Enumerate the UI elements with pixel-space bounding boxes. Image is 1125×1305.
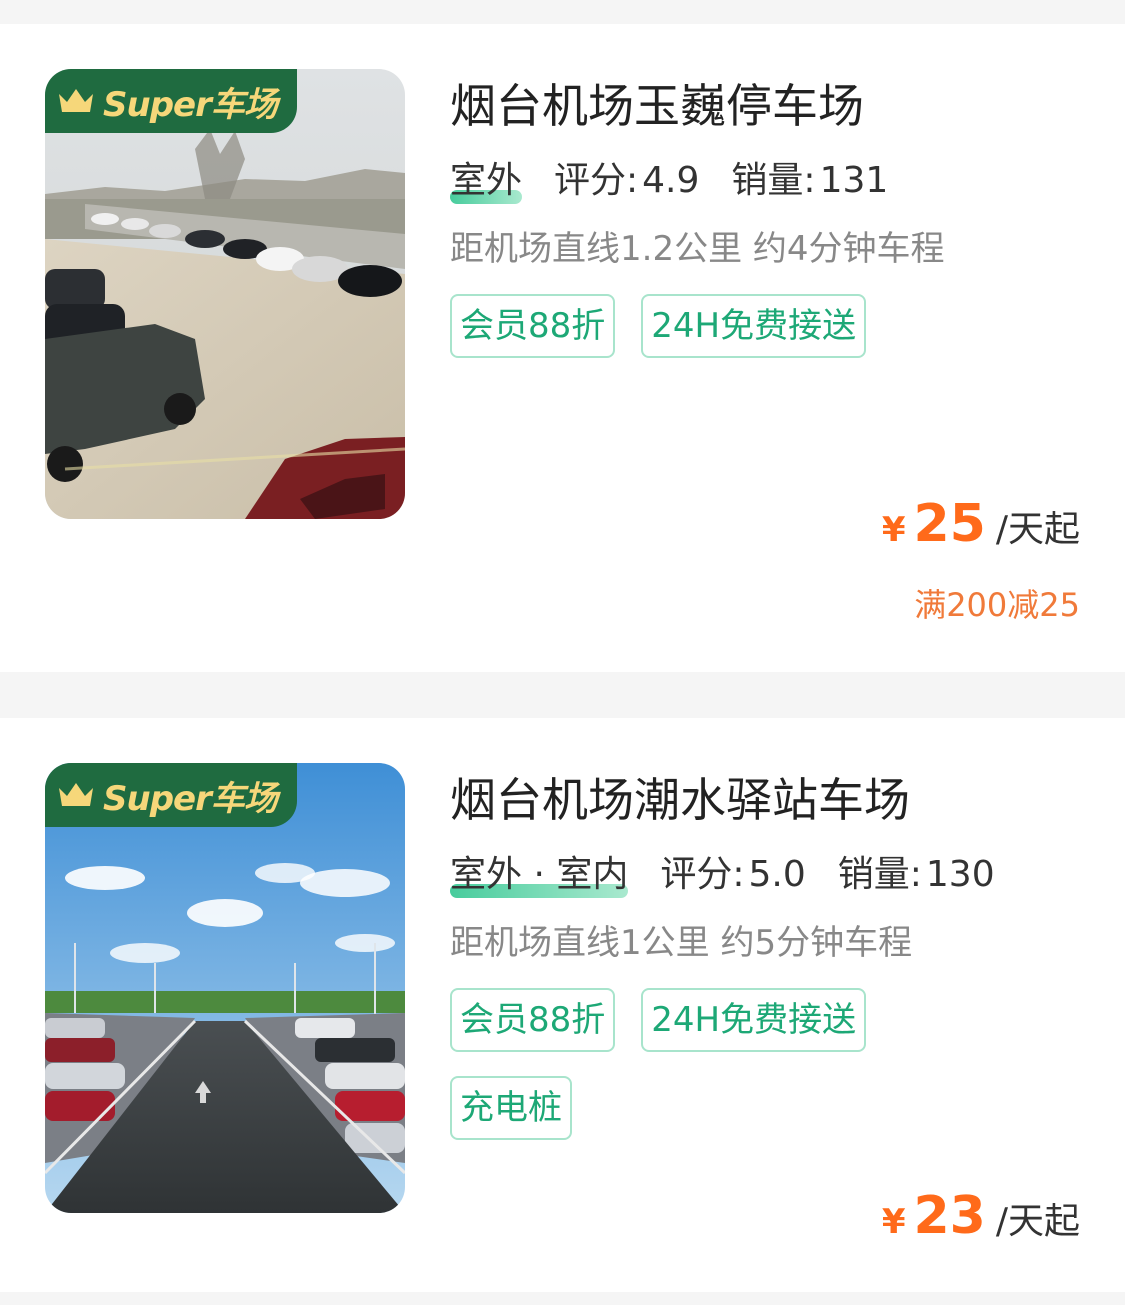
parking-meta: 室外 · 室内 评分: 5.0 销量: 130 xyxy=(450,850,1080,900)
currency-symbol: ¥ xyxy=(881,510,906,550)
parking-title[interactable]: 烟台机场潮水驿站车场 xyxy=(450,770,1080,830)
parking-type: 室外 xyxy=(450,156,523,206)
rating-label: 评分: xyxy=(554,160,639,201)
distance-text: 距机场直线1.2公里 约4分钟车程 xyxy=(450,229,945,269)
tag-free-shuttle: 24H免费接送 xyxy=(641,294,867,358)
crown-icon xyxy=(59,783,93,806)
parking-lot-photo-outdoor xyxy=(45,69,405,519)
parking-title[interactable]: 烟台机场玉巍停车场 xyxy=(450,76,1080,136)
sales-value: 130 xyxy=(925,854,995,895)
feature-tags: 会员88折 24H免费接送 xyxy=(450,294,970,358)
price-unit: /天起 xyxy=(995,1201,1080,1242)
tag-member-discount: 会员88折 xyxy=(450,988,616,1052)
crown-icon xyxy=(59,89,93,112)
parking-photo[interactable]: Super车场 xyxy=(45,69,405,519)
price-unit: /天起 xyxy=(995,509,1080,550)
price: ¥ 23 /天起 xyxy=(882,1186,1080,1246)
tag-member-discount: 会员88折 xyxy=(450,294,616,358)
currency-symbol: ¥ xyxy=(881,1202,906,1242)
parking-photo[interactable]: Super车场 xyxy=(45,763,405,1213)
distance-text: 距机场直线1公里 约5分钟车程 xyxy=(450,923,913,963)
super-lot-badge: Super车场 xyxy=(45,69,297,133)
parking-meta: 室外 评分: 4.9 销量: 131 xyxy=(450,156,1080,206)
rating-value: 5.0 xyxy=(748,854,806,895)
parking-lot-photo-airport xyxy=(45,763,405,1213)
super-lot-badge: Super车场 xyxy=(45,763,297,827)
sales-value: 131 xyxy=(819,160,889,201)
badge-label: Super车场 xyxy=(103,778,278,819)
discount-text: 满200减25 xyxy=(914,586,1080,624)
parking-info: 烟台机场玉巍停车场 室外 评分: 4.9 销量: 131 距机场直线1.2公里 … xyxy=(450,76,1080,358)
price-amount: 25 xyxy=(913,494,986,554)
parking-type: 室外 · 室内 xyxy=(450,850,629,900)
tag-free-shuttle: 24H免费接送 xyxy=(641,988,867,1052)
rating-label: 评分: xyxy=(660,854,745,895)
parking-card[interactable]: Super车场 烟台机场玉巍停车场 室外 评分: 4.9 销量: 131 距机场… xyxy=(0,24,1125,672)
price: ¥ 25 /天起 xyxy=(882,494,1080,554)
price-amount: 23 xyxy=(913,1186,986,1246)
feature-tags: 会员88折 24H免费接送 充电桩 xyxy=(450,988,970,1140)
badge-label: Super车场 xyxy=(103,84,278,125)
parking-info: 烟台机场潮水驿站车场 室外 · 室内 评分: 5.0 销量: 130 距机场直线… xyxy=(450,770,1080,1140)
parking-card[interactable]: Super车场 烟台机场潮水驿站车场 室外 · 室内 评分: 5.0 销量: 1… xyxy=(0,718,1125,1292)
sales-label: 销量: xyxy=(837,854,922,895)
parking-list: Super车场 烟台机场玉巍停车场 室外 评分: 4.9 销量: 131 距机场… xyxy=(0,0,1125,1305)
rating-value: 4.9 xyxy=(642,160,700,201)
sales-label: 销量: xyxy=(731,160,816,201)
tag-charging-pile: 充电桩 xyxy=(450,1076,572,1140)
